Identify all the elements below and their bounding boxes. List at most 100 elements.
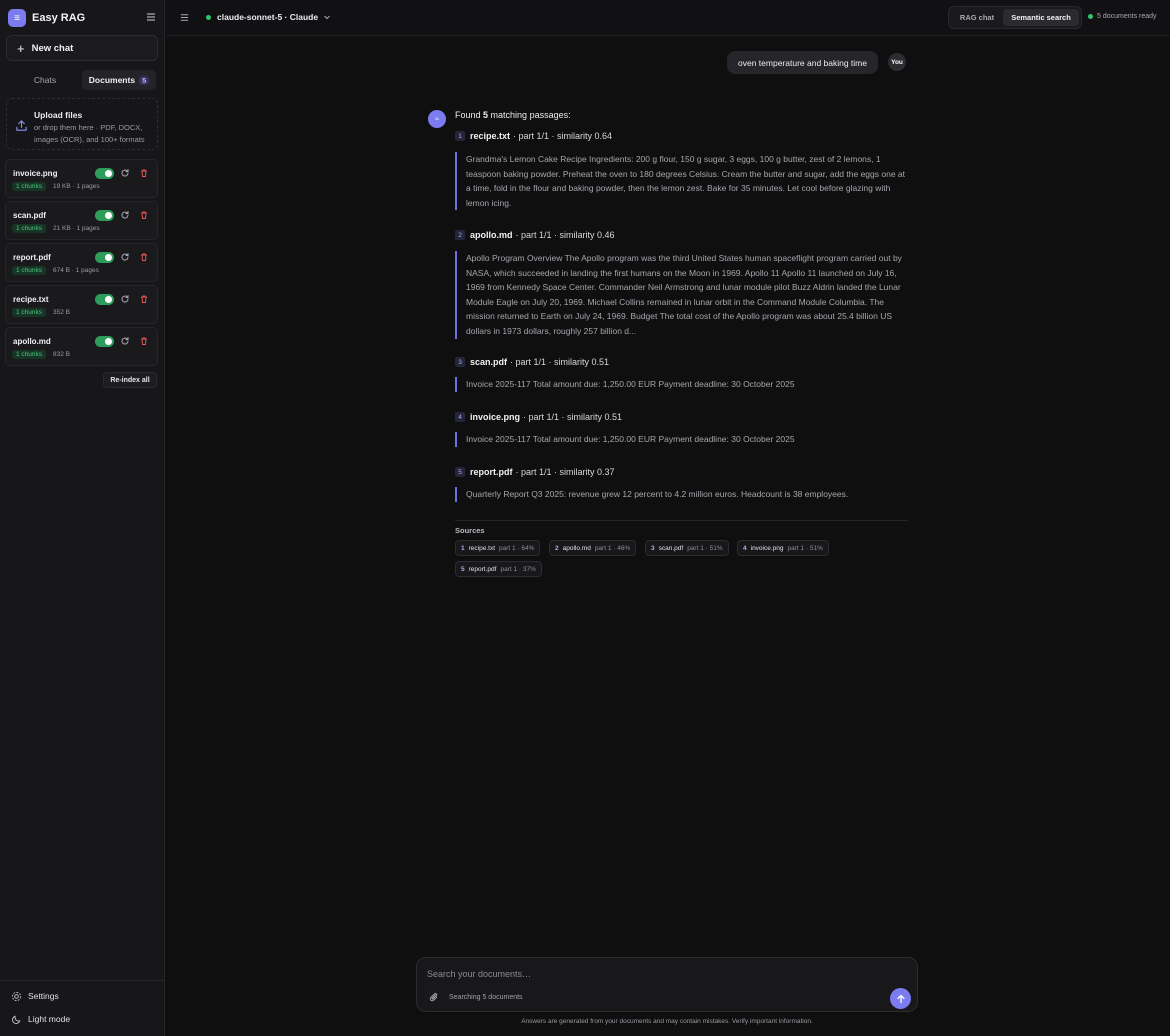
passage-number: 5 (455, 467, 465, 477)
passage-filename[interactable]: report.pdf (470, 467, 513, 477)
user-avatar: You (888, 53, 906, 71)
source-filename: report.pdf (468, 565, 497, 573)
arrow-up-icon (896, 994, 905, 1003)
brand: ≡ Easy RAG (8, 8, 158, 28)
source-filename: recipe.txt (468, 544, 495, 552)
sidebar-collapse-icon[interactable] (144, 10, 158, 24)
search-input[interactable] (427, 967, 887, 981)
upload-subtitle: or drop them here · PDF, DOCX, images (O… (34, 123, 145, 144)
document-name: scan.pdf (13, 211, 46, 220)
passage-meta: · part 1/1 · similarity 0.46 (515, 230, 615, 240)
trash-icon[interactable] (139, 252, 149, 262)
new-chat-button[interactable]: + New chat (6, 35, 158, 61)
source-chip[interactable]: 3 scan.pdf part 1 · 51% (645, 540, 729, 556)
refresh-icon[interactable] (120, 294, 130, 304)
tab-chats-label: Chats (33, 75, 57, 85)
refresh-icon[interactable] (120, 210, 130, 220)
document-meta: 21 KB · 1 pages (53, 225, 100, 232)
source-chip[interactable]: 2 apollo.md part 1 · 46% (549, 540, 637, 556)
document-meta: 352 B (53, 309, 70, 316)
passage-filename[interactable]: recipe.txt (470, 131, 510, 141)
theme-label: Light mode (28, 1014, 71, 1024)
document-name: invoice.png (13, 169, 58, 178)
trash-icon[interactable] (139, 168, 149, 178)
chunks-badge: 1 chunks (12, 350, 47, 359)
upload-icon (16, 120, 27, 131)
chunks-badge: 1 chunks (12, 266, 47, 275)
passage-filename[interactable]: invoice.png (470, 412, 520, 422)
passage-text: Invoice 2025-117 Total amount due: 1,250… (455, 432, 908, 447)
mode-semantic-search[interactable]: Semantic search (1003, 9, 1079, 26)
passage-header: 3 scan.pdf · part 1/1 · similarity 0.51 (455, 357, 609, 367)
chunks-badge: 1 chunks (12, 224, 47, 233)
passage-filename[interactable]: scan.pdf (470, 357, 507, 367)
theme-toggle[interactable]: Light mode (11, 1012, 70, 1026)
composer-status: Searching 5 documents (449, 994, 523, 1001)
sidebar-footer (0, 980, 165, 981)
documents-status-text: 5 documents ready (1097, 13, 1157, 20)
sources-divider (455, 520, 908, 521)
results-summary: Found 5 matching passages: (455, 110, 571, 120)
source-meta: part 1 · 51% (787, 544, 823, 552)
assistant-avatar-icon: ≈ (428, 110, 446, 128)
document-meta: 832 B (53, 351, 70, 358)
chunks-badge: 1 chunks (12, 182, 47, 191)
trash-icon[interactable] (139, 336, 149, 346)
source-meta: part 1 · 51% (687, 544, 723, 552)
found-prefix: Found (455, 110, 484, 120)
mode-rag-chat[interactable]: RAG chat (951, 9, 1003, 26)
document-name: report.pdf (13, 253, 51, 262)
passage-text: Quarterly Report Q3 2025: revenue grew 1… (455, 487, 908, 502)
document-card[interactable]: scan.pdf 1 chunks 21 KB · 1 pages (5, 201, 158, 240)
settings-link[interactable]: Settings (11, 989, 59, 1003)
source-filename: scan.pdf (658, 544, 684, 552)
document-enabled-toggle[interactable] (95, 252, 114, 263)
document-card[interactable]: invoice.png 1 chunks 19 KB · 1 pages (5, 159, 158, 198)
upload-dropzone[interactable]: Upload files or drop them here · PDF, DO… (6, 98, 158, 150)
trash-icon[interactable] (139, 294, 149, 304)
reindex-all-button[interactable]: Re-index all (103, 372, 157, 388)
tab-chats[interactable]: Chats (8, 70, 82, 90)
document-enabled-toggle[interactable] (95, 168, 114, 179)
source-chip[interactable]: 1 recipe.txt part 1 · 64% (455, 540, 541, 556)
model-selector[interactable]: claude-sonnet-5 · Claude (206, 12, 331, 22)
refresh-icon[interactable] (120, 252, 130, 262)
tab-documents[interactable]: Documents 5 (82, 70, 156, 90)
document-card[interactable]: recipe.txt 1 chunks 352 B (5, 285, 158, 324)
sidebar-tabs: Chats Documents 5 (8, 70, 156, 90)
source-chip[interactable]: 5 report.pdf part 1 · 37% (455, 561, 542, 577)
passage-number: 3 (455, 357, 465, 367)
source-meta: part 1 · 37% (500, 565, 536, 573)
sidebar: ≡ Easy RAG + New chat Chats Documents 5 … (0, 0, 165, 1036)
passage-number: 4 (455, 412, 465, 422)
ready-dot (1088, 14, 1093, 19)
document-card[interactable]: apollo.md 1 chunks 832 B (5, 327, 158, 366)
passage-meta: · part 1/1 · similarity 0.37 (515, 467, 615, 477)
passage-number: 2 (455, 230, 465, 240)
app-name: Easy RAG (32, 12, 86, 24)
refresh-icon[interactable] (120, 168, 130, 178)
paperclip-icon[interactable] (429, 992, 440, 1003)
top-bar: claude-sonnet-5 · Claude RAG chat Semant… (166, 0, 1170, 36)
passage-filename[interactable]: apollo.md (470, 230, 513, 240)
chevron-down-icon (324, 15, 330, 20)
source-number: 2 (555, 544, 559, 552)
send-button[interactable] (890, 988, 911, 1009)
chunks-badge: 1 chunks (12, 308, 47, 317)
document-enabled-toggle[interactable] (95, 336, 114, 347)
menu-icon[interactable] (179, 12, 190, 23)
passage-text: Apollo Program Overview The Apollo progr… (455, 251, 908, 339)
disclaimer: Answers are generated from your document… (521, 1018, 813, 1025)
document-card[interactable]: report.pdf 1 chunks 674 B · 1 pages (5, 243, 158, 282)
document-enabled-toggle[interactable] (95, 210, 114, 221)
sources-label: Sources (455, 526, 485, 535)
source-number: 3 (651, 544, 655, 552)
new-chat-label: New chat (31, 42, 74, 54)
passage-meta: · part 1/1 · similarity 0.51 (510, 357, 610, 367)
trash-icon[interactable] (139, 210, 149, 220)
document-enabled-toggle[interactable] (95, 294, 114, 305)
refresh-icon[interactable] (120, 336, 130, 346)
source-chip[interactable]: 4 invoice.png part 1 · 51% (737, 540, 829, 556)
plus-icon: + (17, 40, 25, 56)
passage-meta: · part 1/1 · similarity 0.51 (523, 412, 623, 422)
